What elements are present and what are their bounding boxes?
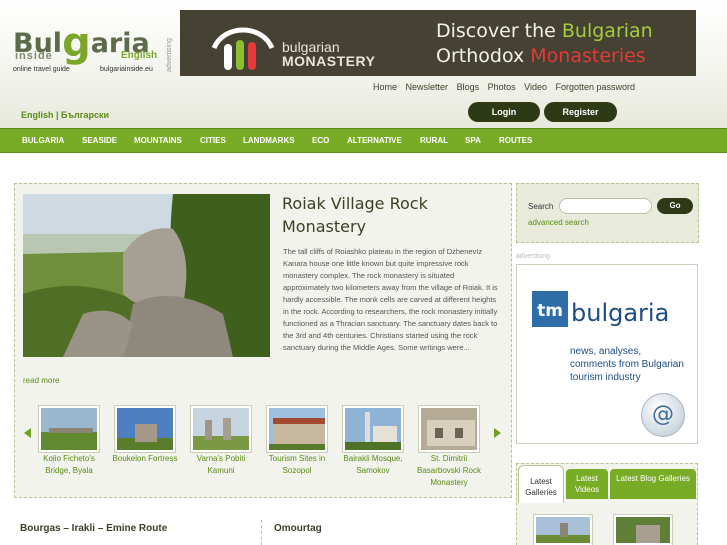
search-panel: Search Go advanced search [516,183,699,243]
thumb-caption[interactable]: Tourism Sites in Sozopol [260,453,334,477]
gallery-thumb-4[interactable]: Tourism Sites in Sozopol [260,405,334,477]
nav-seaside[interactable]: SEASIDE [82,136,117,145]
nav-spa[interactable]: SPA [465,136,481,145]
gallery-thumb-1[interactable]: Kolio Ficheto's Bridge, Byala [32,405,106,477]
advanced-search-link[interactable]: advanced search [528,218,589,227]
ad-logo-mark: tm [532,291,568,327]
at-sign-icon: @ [641,393,685,437]
monastery-logo-icon [211,27,275,70]
advertising-label-vertical: advertising [166,38,173,72]
login-button[interactable]: Login [468,102,540,122]
thumb-image [266,405,328,453]
thumb-image [418,405,480,453]
logo-inside: inside [15,50,53,62]
gallery-thumb-5[interactable]: Bairakli Mosque, Samokov [336,405,410,477]
read-more-link[interactable]: read more [23,376,59,385]
featured-photo[interactable] [23,194,270,357]
topnav-newsletter[interactable]: Newsletter [406,82,449,92]
tab-latest-blog-galleries[interactable]: Latest Blog Galleries [610,469,696,499]
logo-tagline: online travel guide [13,66,70,73]
thumb-image [38,405,100,453]
top-navigation: Home Newsletter Blogs Photos Video Forgo… [373,82,641,96]
site-header: Bulgaria inside English online travel gu… [0,0,727,128]
search-label: Search [528,202,554,211]
carousel-next-arrow-icon[interactable] [494,428,501,438]
nav-landmarks[interactable]: LANDMARKS [243,136,295,145]
banner-headline-line1: Discover the Bulgarian [436,20,653,42]
search-go-button[interactable]: Go [657,198,693,214]
thumb-caption[interactable]: Bairakli Mosque, Samokov [336,453,410,477]
thumb-caption[interactable]: Boukelon Fortress [108,453,182,465]
thumb-image [190,405,252,453]
gallery-thumb-2[interactable]: Boukelon Fortress [108,405,182,465]
latest-gallery-thumb-2[interactable] [613,514,673,545]
latest-gallery-thumb-1[interactable] [533,514,593,545]
main-navigation: BULGARIA SEASIDE MOUNTAINS CITIES LANDMA… [0,128,727,153]
featured-article: Roiak Village Rock Monastery The tall cl… [14,183,512,498]
nav-routes[interactable]: ROUTES [499,136,532,145]
advertising-label: advertising [516,253,550,260]
nav-mountains[interactable]: MOUNTAINS [134,136,182,145]
register-button[interactable]: Register [544,102,617,122]
thumb-caption[interactable]: Varna's Pobiti Kamuni [184,453,258,477]
tmbulgaria-advert[interactable]: tm bulgaria news, analyses, comments fro… [516,264,698,444]
banner-headline-line2: Orthodox Monasteries [436,45,646,67]
tab-latest-videos[interactable]: Latest Videos [566,469,608,499]
carousel-prev-arrow-icon[interactable] [24,428,31,438]
ad-text: news, analyses, comments from Bulgarian … [570,346,684,383]
banner-brand-line2: MONASTERY [282,53,376,69]
logo-url: bulgariainside.eu [100,66,153,73]
gallery-thumb-3[interactable]: Varna's Pobiti Kamuni [184,405,258,477]
column-divider [261,520,262,545]
nav-alternative[interactable]: ALTERNATIVE [347,136,402,145]
thumb-image [114,405,176,453]
thumb-caption[interactable]: St. Dimitrii Basarbovski Rock Monastery [412,453,486,489]
topnav-photos[interactable]: Photos [488,82,516,92]
nav-rural[interactable]: RURAL [420,136,448,145]
language-switcher[interactable]: English | Български [21,110,109,120]
town-title[interactable]: Omourtag [274,523,322,534]
topnav-video[interactable]: Video [524,82,547,92]
rock-landscape-image [23,194,270,357]
topnav-blogs[interactable]: Blogs [457,82,480,92]
nav-cities[interactable]: CITIES [200,136,226,145]
ad-logo-word: bulgaria [571,299,670,327]
topnav-forgotten-password[interactable]: Forgotten password [556,82,636,92]
featured-title[interactable]: Roiak Village Rock Monastery [282,192,492,238]
nav-bulgaria[interactable]: BULGARIA [22,136,64,145]
site-logo[interactable]: Bulgaria inside English [13,14,163,74]
thumb-image [342,405,404,453]
logo-english: English [121,50,158,61]
tab-latest-galleries[interactable]: Latest Galleries [518,465,564,503]
route-title[interactable]: Bourgas – Irakli – Emine Route [20,523,167,534]
gallery-thumb-6[interactable]: St. Dimitrii Basarbovski Rock Monastery [412,405,486,489]
search-input[interactable] [559,198,652,214]
nav-eco[interactable]: ECO [312,136,329,145]
thumb-caption[interactable]: Kolio Ficheto's Bridge, Byala [32,453,106,477]
featured-summary: The tall cliffs of Roiashko plateau in t… [283,247,498,352]
topnav-home[interactable]: Home [373,82,397,92]
monastery-banner[interactable]: bulgarian MONASTERY Discover the Bulgari… [180,10,696,76]
